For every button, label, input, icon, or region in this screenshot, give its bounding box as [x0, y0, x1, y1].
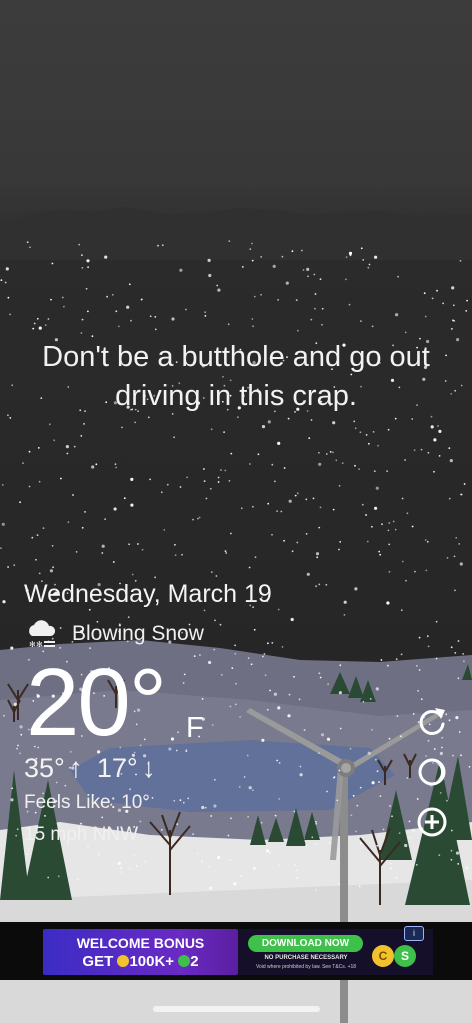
- low-temp: 17°: [96, 752, 138, 783]
- ad-fine-print: Void where prohibited by law. See T&Cs. …: [255, 964, 357, 970]
- ad-offer: GET 100K+ 2: [82, 953, 199, 970]
- ad-bonus-panel[interactable]: WELCOME BONUS GET 100K+ 2: [43, 929, 238, 975]
- condition-label: Blowing Snow: [72, 622, 204, 645]
- wind-speed: 15 mph NNW: [24, 824, 139, 845]
- arrow-up-icon: ↑: [68, 752, 83, 783]
- high-low-row: 35° ↑ 17° ↓: [24, 752, 170, 784]
- temperature-unit: F: [186, 712, 204, 744]
- ad-disclaimer: NO PURCHASE NECESSARY: [264, 955, 348, 961]
- green-coin-icon: [178, 955, 191, 967]
- landscape-illustration: [0, 207, 472, 1023]
- refresh-icon[interactable]: [415, 704, 449, 738]
- moon-icon[interactable]: [415, 755, 449, 789]
- ad-banner[interactable]: WELCOME BONUS GET 100K+ 2 DOWNLOAD NOW N…: [0, 922, 472, 980]
- condition-row: ✻ ✻ Blowing Snow: [24, 616, 204, 652]
- weather-message: Don't be a butthole and go out driving i…: [42, 341, 430, 412]
- ad-headline: WELCOME BONUS: [76, 935, 205, 951]
- distant-mountains: [0, 207, 472, 260]
- high-temp: 35°: [24, 752, 65, 783]
- ad-download-button[interactable]: DOWNLOAD NOW: [248, 935, 363, 952]
- plus-circle-icon[interactable]: [415, 805, 449, 839]
- home-indicator: [153, 1006, 320, 1012]
- gold-coin-icon: [117, 955, 130, 967]
- feels-like: Feels Like: 10°: [24, 792, 150, 813]
- date-label: Wednesday, March 19: [24, 580, 272, 608]
- cloud-snow-icon: ✻ ✻: [29, 620, 56, 649]
- weather-scene: [0, 0, 472, 1023]
- ad-info-badge[interactable]: i: [404, 926, 424, 941]
- current-temperature: 20°: [26, 649, 167, 756]
- arrow-down-icon: ↓: [141, 752, 156, 783]
